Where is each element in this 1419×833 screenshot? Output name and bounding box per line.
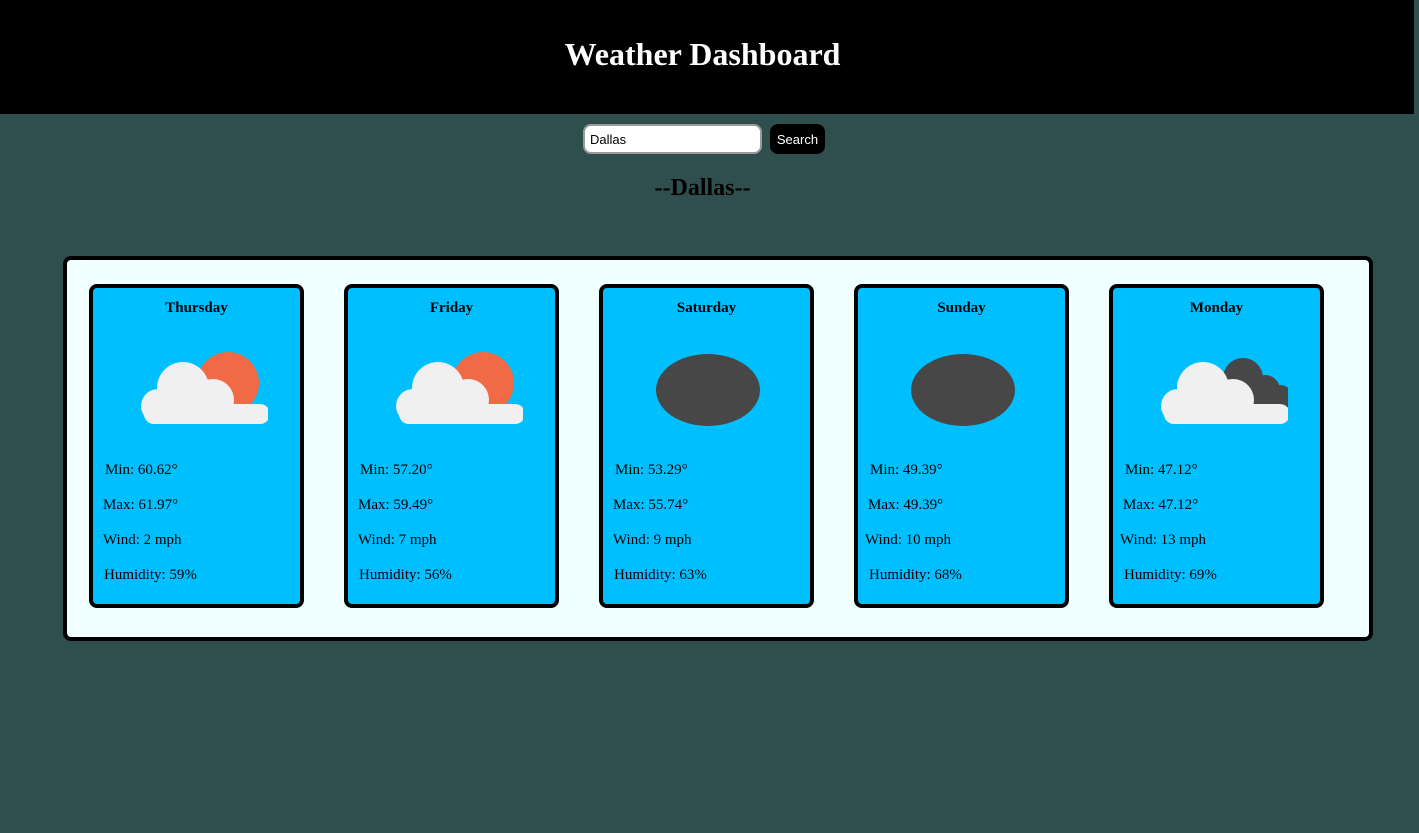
forecast-card-friday: Friday Min: 57.20° Max: 59.49° Wind: 7 m…: [344, 284, 559, 608]
wind-speed: Wind: 10 mph: [865, 532, 952, 548]
min-temp: Min: 53.29°: [615, 462, 688, 478]
min-temp: Min: 57.20°: [360, 462, 433, 478]
humidity: Humidity: 63%: [614, 567, 707, 583]
min-temp: Min: 47.12°: [1125, 462, 1198, 478]
forecast-card-monday: Monday Min: 47.12° Max: 47.12° Wind: 13 …: [1109, 284, 1324, 608]
max-temp: Max: 47.12°: [1123, 497, 1199, 513]
max-temp: Max: 49.39°: [868, 497, 944, 513]
rain-cloud-icon: [656, 354, 760, 426]
max-temp: Max: 55.74°: [613, 497, 689, 513]
humidity: Humidity: 56%: [359, 567, 452, 583]
min-temp: Min: 49.39°: [870, 462, 943, 478]
partly-cloudy-day-icon: [396, 352, 523, 424]
partly-cloudy-day-icon: [141, 352, 268, 424]
forecast-day: Monday: [1189, 300, 1244, 316]
humidity: Humidity: 69%: [1124, 567, 1217, 583]
min-temp: Min: 60.62°: [105, 462, 178, 478]
forecast-card-thursday: Thursday Min: 60.62° Max: 61.97° Wind: 2…: [89, 284, 304, 608]
rain-cloud-icon: [911, 354, 1015, 426]
page-title: Weather Dashboard: [564, 36, 841, 72]
broken-clouds-icon: [1161, 358, 1288, 424]
wind-speed: Wind: 9 mph: [613, 532, 692, 548]
forecast-day: Sunday: [937, 300, 986, 316]
humidity: Humidity: 59%: [104, 567, 197, 583]
page-header: Weather Dashboard: [0, 0, 1414, 114]
city-title: --Dallas--: [654, 175, 751, 201]
wind-speed: Wind: 13 mph: [1120, 532, 1207, 548]
wind-speed: Wind: 7 mph: [358, 532, 437, 548]
forecast-day: Thursday: [165, 300, 228, 316]
max-temp: Max: 61.97°: [103, 497, 179, 513]
forecast-card-saturday: Saturday Min: 53.29° Max: 55.74° Wind: 9…: [599, 284, 814, 608]
search-button[interactable]: Search: [770, 124, 825, 154]
forecast-day: Saturday: [676, 300, 737, 316]
wind-speed: Wind: 2 mph: [103, 532, 182, 548]
forecast-card-sunday: Sunday Min: 49.39° Max: 49.39° Wind: 10 …: [854, 284, 1069, 608]
city-search-input[interactable]: [583, 124, 762, 154]
humidity: Humidity: 68%: [869, 567, 962, 583]
forecast-panel: Thursday Min: 60.62° Max: 61.97° Wind: 2…: [63, 256, 1373, 641]
max-temp: Max: 59.49°: [358, 497, 434, 513]
forecast-day: Friday: [429, 300, 474, 316]
